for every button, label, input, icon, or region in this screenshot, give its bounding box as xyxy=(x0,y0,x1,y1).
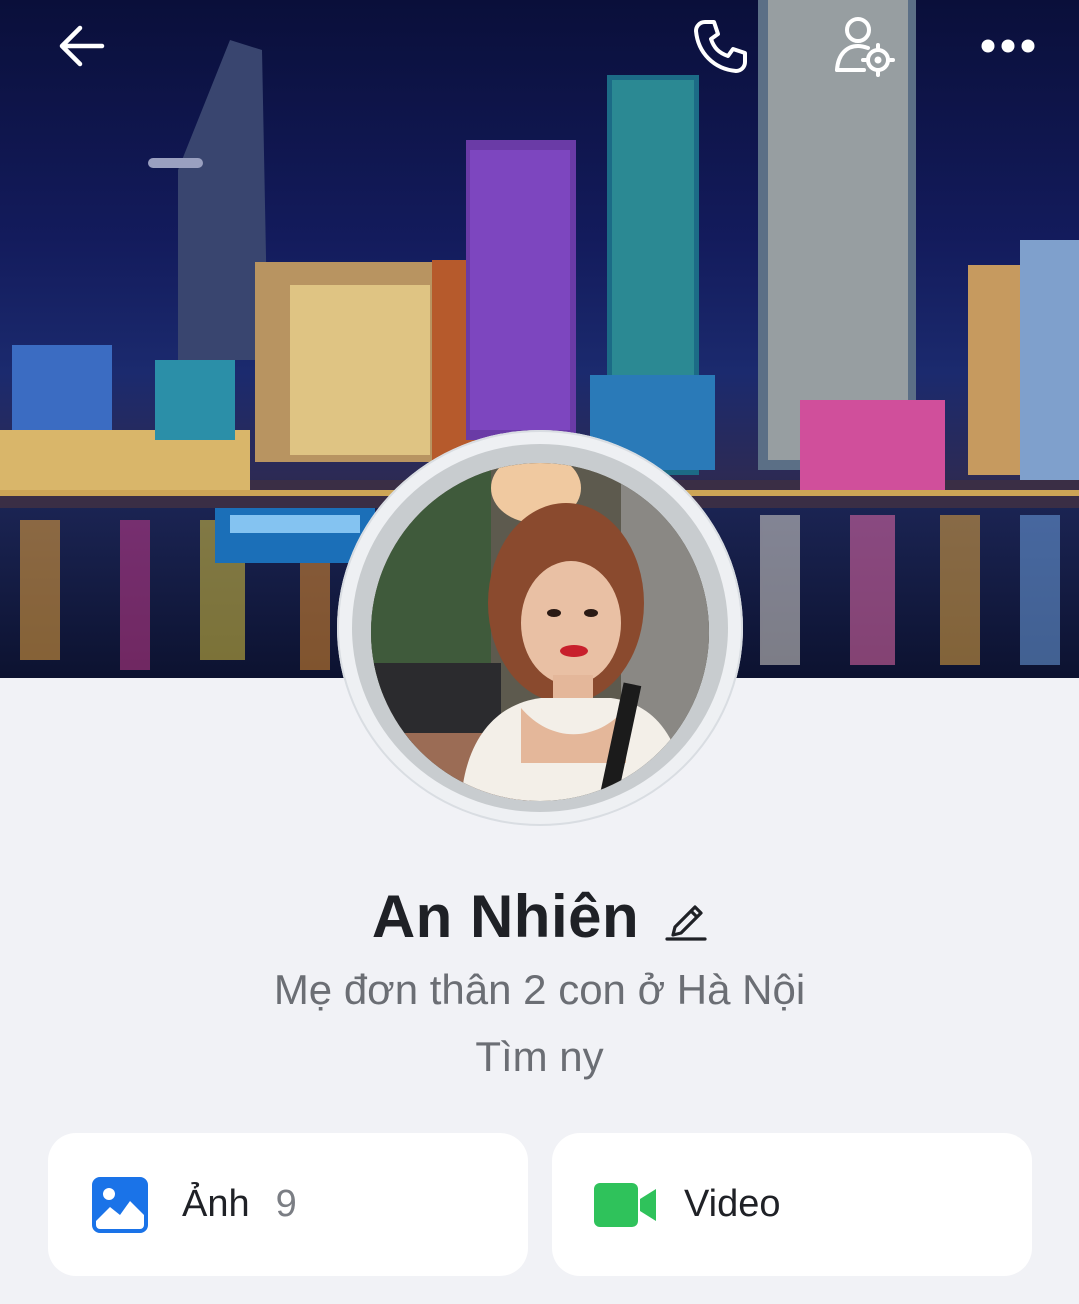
profile-bio-line1: Mẹ đơn thân 2 con ở Hà Nội xyxy=(273,966,806,1013)
videos-card[interactable]: Video xyxy=(552,1133,1032,1276)
call-button[interactable] xyxy=(688,14,752,78)
phone-icon xyxy=(694,20,747,73)
photos-count: 9 xyxy=(275,1183,297,1225)
profile-settings-button[interactable] xyxy=(832,14,896,78)
photo-icon xyxy=(92,1176,148,1233)
photos-card[interactable]: Ảnh 9 xyxy=(48,1133,528,1276)
profile-name-row: An Nhiên xyxy=(0,882,1079,951)
profile-name: An Nhiên xyxy=(371,883,640,950)
user-settings-icon xyxy=(835,17,895,77)
video-camera-icon xyxy=(594,1181,656,1229)
photos-label: Ảnh xyxy=(182,1183,250,1225)
video-label: Video xyxy=(684,1183,781,1225)
more-horizontal-icon xyxy=(981,39,1035,53)
profile-bio-line2: Tìm ny xyxy=(475,1033,604,1080)
pencil-icon xyxy=(665,904,707,941)
edit-name-button[interactable] xyxy=(665,893,707,941)
back-button[interactable] xyxy=(50,14,114,78)
arrow-left-icon xyxy=(59,25,105,67)
more-button[interactable] xyxy=(976,14,1040,78)
avatar[interactable] xyxy=(371,463,709,801)
